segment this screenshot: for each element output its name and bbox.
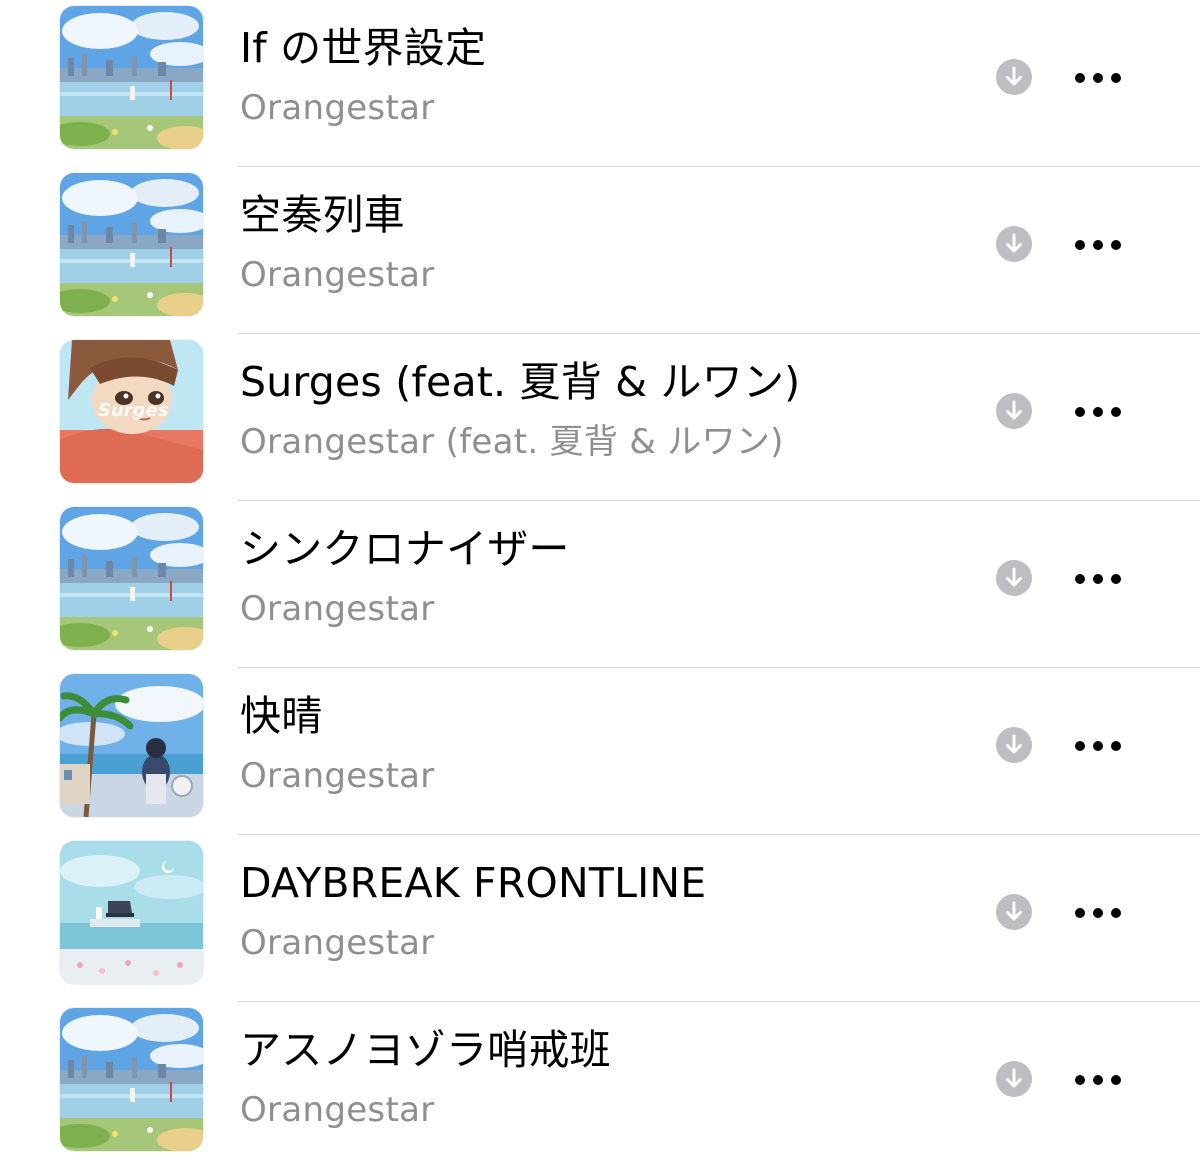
more-options-button[interactable] xyxy=(1070,895,1126,931)
track-title: If の世界設定 xyxy=(240,24,487,72)
more-options-button[interactable] xyxy=(1070,227,1126,263)
ellipsis-more-icon xyxy=(1075,407,1085,417)
artwork-label: Surges xyxy=(98,400,169,421)
track-row[interactable]: 快晴 Orangestar xyxy=(0,668,1200,835)
track-row[interactable]: シンクロナイザー Orangestar xyxy=(0,501,1200,668)
track-artist: Orangestar xyxy=(240,589,435,629)
city-sky-album-art xyxy=(60,6,203,149)
album-artwork xyxy=(60,1008,203,1151)
album-artwork xyxy=(60,173,203,316)
album-artwork xyxy=(60,507,203,650)
city-sky-album-art xyxy=(60,1008,203,1151)
download-icon[interactable] xyxy=(996,59,1032,95)
ellipsis-more-icon xyxy=(1075,574,1085,584)
download-icon[interactable] xyxy=(996,894,1032,930)
more-options-button[interactable] xyxy=(1070,561,1126,597)
more-options-button[interactable] xyxy=(1070,1062,1126,1098)
track-row[interactable]: アスノヨゾラ哨戒班 Orangestar xyxy=(0,1002,1200,1169)
track-artist: Orangestar xyxy=(240,255,435,295)
more-options-button[interactable] xyxy=(1070,60,1126,96)
seaside-palm-album-art xyxy=(60,674,203,817)
download-icon[interactable] xyxy=(996,226,1032,262)
more-options-button[interactable] xyxy=(1070,394,1126,430)
ellipsis-more-icon xyxy=(1075,908,1085,918)
download-icon[interactable] xyxy=(996,1061,1032,1097)
track-list: If の世界設定 Orangestar 空奏列車 Orangestar Surg… xyxy=(0,0,1200,1163)
track-title: シンクロナイザー xyxy=(240,525,570,573)
track-row[interactable]: 空奏列車 Orangestar xyxy=(0,167,1200,334)
track-title: 快晴 xyxy=(240,692,323,740)
download-icon[interactable] xyxy=(996,560,1032,596)
track-title: DAYBREAK FRONTLINE xyxy=(240,859,707,907)
track-title: アスノヨゾラ哨戒班 xyxy=(240,1026,611,1074)
city-sky-album-art xyxy=(60,173,203,316)
track-row[interactable]: Surges Surges (feat. 夏背 & ルワン) Orangesta… xyxy=(0,334,1200,501)
album-artwork xyxy=(60,674,203,817)
album-artwork: Surges xyxy=(60,340,203,483)
track-title: Surges (feat. 夏背 & ルワン) xyxy=(240,358,801,406)
track-artist: Orangestar xyxy=(240,923,435,963)
city-sky-album-art xyxy=(60,507,203,650)
ellipsis-more-icon xyxy=(1075,73,1085,83)
track-artist: Orangestar xyxy=(240,1090,435,1130)
track-artist: Orangestar xyxy=(240,756,435,796)
track-title: 空奏列車 xyxy=(240,191,405,239)
album-artwork xyxy=(60,841,203,984)
download-icon[interactable] xyxy=(996,727,1032,763)
track-artist: Orangestar (feat. 夏背 & ルワン) xyxy=(240,422,784,462)
ellipsis-more-icon xyxy=(1075,240,1085,250)
more-options-button[interactable] xyxy=(1070,728,1126,764)
surges-portrait-art: Surges xyxy=(60,340,203,483)
piano-sea-album-art xyxy=(60,841,203,984)
track-row[interactable]: DAYBREAK FRONTLINE Orangestar xyxy=(0,835,1200,1002)
ellipsis-more-icon xyxy=(1075,1075,1085,1085)
ellipsis-more-icon xyxy=(1075,741,1085,751)
album-artwork xyxy=(60,6,203,149)
track-row[interactable]: If の世界設定 Orangestar xyxy=(0,0,1200,167)
download-icon[interactable] xyxy=(996,393,1032,429)
track-artist: Orangestar xyxy=(240,88,435,128)
